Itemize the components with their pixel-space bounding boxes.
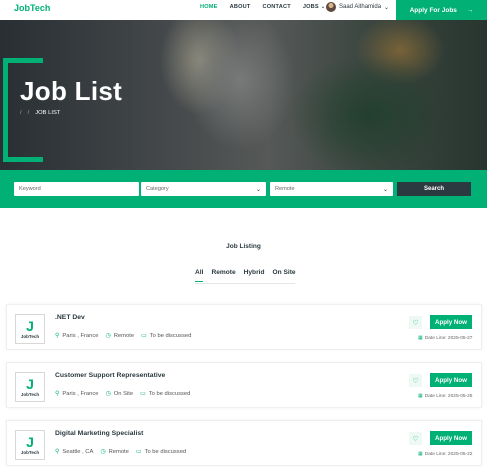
job-title[interactable]: Digital Marketing Specialist <box>55 430 143 437</box>
tab-hybrid[interactable]: Hybrid <box>244 269 265 282</box>
favorite-heart-icon[interactable]: ♡ <box>409 374 422 387</box>
favorite-heart-icon[interactable]: ♡ <box>409 316 422 329</box>
nav-link-jobs-label: JOBS <box>302 4 319 10</box>
page-title: Job List <box>20 76 123 106</box>
location-pin-icon: ⚲ <box>55 391 60 397</box>
breadcrumb-current: JOB LIST <box>35 110 61 116</box>
deadline-text: Date Line: 2025-05-25 <box>424 393 473 399</box>
search-bar: Keyword Category ⌄ Remote ⌄ Search <box>0 170 487 208</box>
job-meta: ⚲ Seattle , CA ◷ Remote ▭ To be discussed <box>55 448 187 456</box>
chevron-down-icon: ⌄ <box>382 186 388 193</box>
job-filter-tabs: All Remote Hybrid On Site <box>195 269 296 282</box>
keyword-input[interactable]: Keyword <box>14 182 139 196</box>
job-title[interactable]: Customer Support Representative <box>55 372 165 379</box>
money-icon: ▭ <box>141 333 147 339</box>
job-mode: On Site <box>113 390 134 397</box>
tab-remote[interactable]: Remote <box>211 269 235 282</box>
breadcrumb-separator: / <box>20 110 22 116</box>
clock-icon: ◷ <box>105 333 111 339</box>
job-mode: Remote <box>108 448 129 455</box>
work-mode-value: Remote <box>275 186 295 192</box>
nav-link-about[interactable]: ABOUT <box>230 4 251 10</box>
logo-text: JobTech <box>20 392 40 397</box>
job-salary: To be discussed <box>148 390 191 397</box>
job-card: J JobTech Customer Support Representativ… <box>6 362 482 408</box>
deadline-text: Date Line: 2025-05-27 <box>424 335 473 341</box>
logo-letter: J <box>26 318 34 334</box>
chevron-down-icon: ⌄ <box>255 186 261 193</box>
category-select[interactable]: Category ⌄ <box>141 182 266 196</box>
section-heading: Job Listing <box>226 243 261 250</box>
money-icon: ▭ <box>135 449 142 455</box>
job-meta: ⚲ Paris , France ◷ Remote ▭ To be discussed <box>55 332 192 340</box>
job-salary: To be discussed <box>149 332 192 339</box>
calendar-icon: ▦ <box>418 335 423 341</box>
job-deadline: ▦ Date Line: 2025-05-27 <box>418 335 472 341</box>
keyword-placeholder: Keyword <box>19 186 41 192</box>
location-pin-icon: ⚲ <box>55 449 60 455</box>
breadcrumb: / / JOB LIST <box>20 110 60 116</box>
user-name: Saad Aithamida <box>339 4 382 10</box>
arrow-right-icon: → <box>466 6 474 14</box>
apply-for-jobs-button[interactable]: Apply For Jobs → <box>396 0 487 20</box>
logo-letter: J <box>26 434 34 450</box>
job-mode: Remote <box>113 332 135 339</box>
search-button[interactable]: Search <box>397 182 471 196</box>
nav-links: HOME ABOUT CONTACT JOBS ⌄ <box>200 4 326 10</box>
tabs-divider <box>195 283 295 284</box>
tab-all[interactable]: All <box>195 269 204 282</box>
job-meta: ⚲ Paris , France ◷ On Site ▭ To be discusse… <box>55 390 191 398</box>
chevron-down-icon: ⌄ <box>320 4 326 10</box>
tab-on-site[interactable]: On Site <box>273 269 296 282</box>
logo-letter: J <box>26 376 34 392</box>
apply-now-button[interactable]: Apply Now <box>430 315 472 329</box>
breadcrumb-separator: / <box>27 110 30 116</box>
apply-for-jobs-label: Apply For Jobs <box>409 6 457 14</box>
nav-link-contact[interactable]: CONTACT <box>262 4 290 10</box>
job-title[interactable]: .NET Dev <box>55 314 85 321</box>
work-mode-select[interactable]: Remote ⌄ <box>270 182 393 196</box>
category-value: Category <box>146 186 169 192</box>
calendar-icon: ▦ <box>418 451 423 457</box>
brand-logo[interactable]: JobTech <box>14 3 50 13</box>
job-deadline: ▦ Date Line: 2025-05-22 <box>418 451 472 457</box>
job-location: Paris , France <box>62 390 99 397</box>
company-logo: J JobTech <box>15 372 45 402</box>
favorite-heart-icon[interactable]: ♡ <box>409 432 422 445</box>
job-salary: To be discussed <box>144 448 187 455</box>
job-location: Seattle , CA <box>62 448 94 455</box>
avatar <box>326 2 336 12</box>
job-card: J JobTech Digital Marketing Specialist ⚲… <box>6 420 482 466</box>
money-icon: ▭ <box>140 391 146 397</box>
nav-link-home[interactable]: HOME <box>200 4 218 10</box>
company-logo: J JobTech <box>15 430 45 460</box>
calendar-icon: ▦ <box>418 393 423 399</box>
chevron-down-icon: ⌄ <box>384 4 390 11</box>
job-deadline: ▦ Date Line: 2025-05-25 <box>418 393 472 399</box>
company-logo: J JobTech <box>15 314 45 344</box>
apply-now-button[interactable]: Apply Now <box>430 431 472 445</box>
hero-banner: Job List / / JOB LIST <box>0 20 487 170</box>
nav-link-jobs[interactable]: JOBS ⌄ <box>303 4 326 10</box>
navbar: JobTech HOME ABOUT CONTACT JOBS ⌄ Saad A… <box>0 0 487 20</box>
location-pin-icon: ⚲ <box>55 333 60 339</box>
clock-icon: ◷ <box>105 391 111 397</box>
deadline-text: Date Line: 2025-05-22 <box>424 451 473 457</box>
job-card: J JobTech .NET Dev ⚲ Paris , France ◷ Remo… <box>6 304 482 350</box>
logo-text: JobTech <box>20 334 40 339</box>
apply-now-button[interactable]: Apply Now <box>430 373 472 387</box>
logo-text: JobTech <box>20 450 40 455</box>
user-menu[interactable]: Saad Aithamida ⌄ <box>326 2 389 12</box>
clock-icon: ◷ <box>100 449 106 455</box>
job-location: Paris , France <box>62 332 99 339</box>
